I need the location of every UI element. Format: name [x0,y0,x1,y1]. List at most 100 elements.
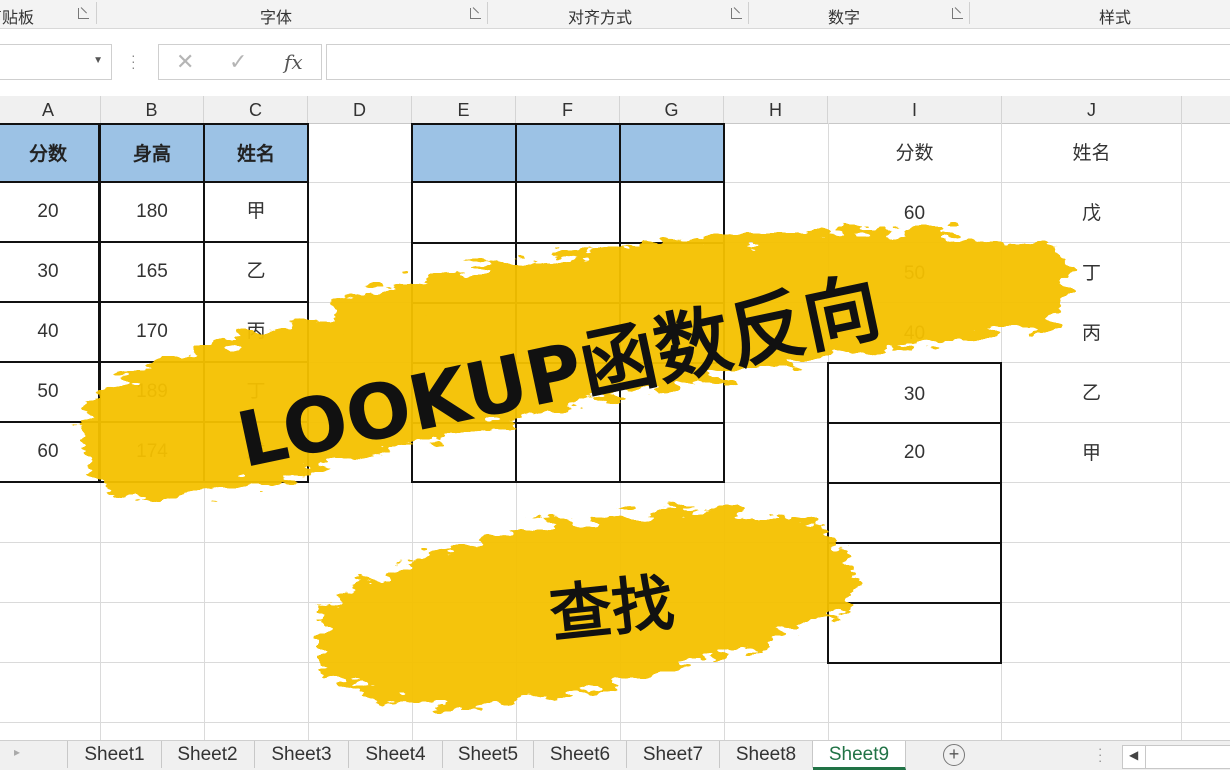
column-header-i[interactable]: I [828,96,1002,123]
table-cell[interactable]: 丙 [203,301,309,363]
table-cell[interactable]: 甲 [203,181,309,243]
table-border [412,242,724,244]
chevron-down-icon[interactable]: ▼ [93,55,103,66]
column-header-k[interactable] [1182,96,1230,123]
ribbon-group-alignment: 对齐方式 [568,10,633,27]
table-border [412,302,724,304]
cancel-icon[interactable]: ✕ [176,49,194,75]
ribbon-divider [487,2,488,24]
sheet-tab-6[interactable]: Sheet6 [534,741,627,768]
gridline [0,662,1230,663]
ribbon-divider [969,2,970,24]
table-column-g[interactable] [619,181,725,483]
formula-bar: ▼ · · · ✕ ✓ fx [0,36,1230,86]
table-cell[interactable]: 20 [0,181,100,243]
add-sheet-icon[interactable]: + [943,744,965,766]
table-cell[interactable]: 乙 [1002,363,1181,423]
table-border [412,422,724,424]
sheet-tab-2[interactable]: Sheet2 [161,741,255,768]
ribbon-divider [96,2,97,24]
header-cell-name[interactable]: 姓名 [203,123,309,183]
header-cell-name[interactable]: 姓名 [1002,123,1181,183]
table-cell[interactable]: 189 [99,361,205,423]
column-header-c[interactable]: C [204,96,308,123]
table-border [412,362,724,364]
name-box[interactable]: ▼ [0,44,112,80]
header-cell-height[interactable]: 身高 [99,123,205,183]
gridline [0,722,1230,723]
table-cell[interactable]: 30 [827,362,1002,424]
column-header-h[interactable]: H [724,96,828,123]
header-cell-score[interactable]: 分数 [0,123,100,183]
column-header-b[interactable]: B [100,96,204,123]
table-cell[interactable]: 乙 [203,241,309,303]
scrollbar-divider [1145,746,1146,768]
gridline [1181,123,1182,740]
table-cell[interactable]: 丁 [1002,243,1181,303]
more-dots-icon: · · · [1098,741,1103,768]
sheet-tab-active[interactable]: Sheet9 [813,741,906,770]
more-dots-icon: · · · [131,47,136,75]
table-column-f[interactable] [515,181,621,483]
table-cell[interactable]: 165 [99,241,205,303]
column-header-g[interactable]: G [620,96,724,123]
gridline [0,602,1230,603]
sheet-tab-1[interactable]: Sheet1 [67,741,162,768]
column-header-d[interactable]: D [308,96,412,123]
column-headers: A B C D E F G H I J [0,96,1230,124]
table-cell[interactable]: 戊 [1002,183,1181,243]
table-cell[interactable]: 174 [99,421,205,483]
ribbon-group-labels: 剪贴板 字体 对齐方式 数字 样式 [0,0,1230,29]
clipboard-launcher-icon[interactable] [78,8,89,19]
table-cell[interactable]: 170 [99,301,205,363]
sheet-tab-8[interactable]: Sheet8 [720,741,813,768]
header-cell-empty[interactable] [411,123,517,183]
header-cell-empty[interactable] [619,123,725,183]
scroll-tabs-left-icon[interactable]: ▸ [14,745,20,759]
table-column-e[interactable] [411,181,517,483]
ribbon-group-number: 数字 [828,10,861,27]
column-header-a[interactable]: A [0,96,101,123]
empty-bordered-cell[interactable] [827,542,1002,604]
enter-icon[interactable]: ✓ [229,49,247,75]
empty-bordered-cell[interactable] [827,482,1002,544]
table-cell[interactable]: 丙 [1002,303,1181,363]
column-header-f[interactable]: F [516,96,620,123]
empty-bordered-cell[interactable] [827,602,1002,664]
ribbon-group-font: 字体 [260,10,293,27]
scroll-left-icon[interactable]: ◀ [1129,748,1138,762]
sheet-tab-7[interactable]: Sheet7 [627,741,720,768]
column-header-j[interactable]: J [1002,96,1182,123]
font-launcher-icon[interactable] [470,8,481,19]
table-cell[interactable]: 30 [0,241,100,303]
table-cell[interactable]: 50 [828,243,1001,303]
header-cell-score[interactable]: 分数 [828,123,1001,183]
table-cell[interactable]: 180 [99,181,205,243]
table-cell[interactable]: 40 [828,303,1001,363]
sheet-tab-bar: ▸ Sheet1 Sheet2 Sheet3 Sheet4 Sheet5 She… [0,740,1230,770]
table-cell[interactable]: 戊 [203,421,309,483]
sheet-tab-4[interactable]: Sheet4 [349,741,443,768]
table-cell[interactable]: 丁 [203,361,309,423]
table-cell[interactable]: 60 [0,421,100,483]
table-cell[interactable]: 甲 [1002,423,1181,483]
horizontal-scrollbar[interactable]: ◀ [1122,745,1230,769]
table-cell[interactable]: 40 [0,301,100,363]
table-cell[interactable]: 60 [828,183,1001,243]
sheet-tab-3[interactable]: Sheet3 [255,741,349,768]
header-cell-empty[interactable] [515,123,621,183]
ribbon-group-styles: 样式 [1099,10,1132,27]
worksheet-grid[interactable]: 分数 身高 姓名 20 180 甲 30 165 乙 40 170 丙 50 1… [0,123,1230,740]
formula-input[interactable] [326,44,1230,80]
ribbon-group-clipboard: 剪贴板 [0,10,35,27]
formula-buttons: ✕ ✓ fx [158,44,322,80]
sheet-tab-5[interactable]: Sheet5 [443,741,534,768]
table-cell[interactable]: 50 [0,361,100,423]
table-cell[interactable]: 20 [827,422,1002,484]
ribbon-divider [748,2,749,24]
column-header-e[interactable]: E [412,96,516,123]
insert-function-icon[interactable]: fx [284,50,303,74]
alignment-launcher-icon[interactable] [731,8,742,19]
number-launcher-icon[interactable] [952,8,963,19]
gridline [0,542,1230,543]
